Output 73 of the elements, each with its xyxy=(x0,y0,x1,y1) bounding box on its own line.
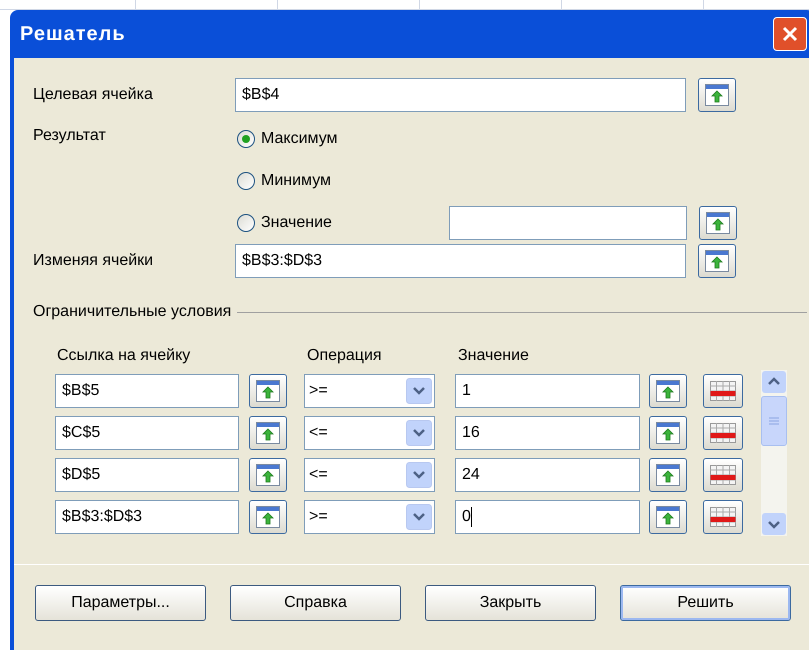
radio-label[interactable]: Минимум xyxy=(261,169,332,193)
collapse-icon xyxy=(256,506,280,528)
collapse-icon xyxy=(256,422,280,444)
shrink-button[interactable] xyxy=(698,78,736,112)
close-button[interactable] xyxy=(773,17,807,51)
constraint-value-field[interactable]: 16 xyxy=(455,416,640,450)
collapse-icon xyxy=(705,84,729,106)
shrink-button[interactable] xyxy=(649,458,687,492)
column-header: Значение xyxy=(458,346,529,366)
operator-dropdown[interactable]: >= xyxy=(304,374,435,408)
radio-label[interactable]: Максимум xyxy=(261,127,338,151)
table-row-icon xyxy=(710,423,736,443)
target-cell-field[interactable]: $B$4 xyxy=(235,78,686,112)
collapse-icon xyxy=(656,506,680,528)
collapse-icon xyxy=(656,380,680,402)
result-label: Результат xyxy=(32,126,107,146)
operator-dropdown[interactable]: >= xyxy=(304,500,435,534)
shrink-button[interactable] xyxy=(249,374,287,408)
operator-dropdown[interactable]: <= xyxy=(304,458,435,492)
changing-cells-field[interactable]: $B$3:$D$3 xyxy=(235,244,686,278)
remove-row-button[interactable] xyxy=(703,500,743,534)
value-field[interactable] xyxy=(449,206,687,240)
column-header: Ссылка на ячейку xyxy=(57,346,192,366)
collapse-icon xyxy=(656,464,680,486)
section-title: Ограничительные условия xyxy=(33,302,232,322)
radio-button[interactable] xyxy=(237,172,255,190)
collapse-icon xyxy=(706,212,730,234)
radio-label[interactable]: Значение xyxy=(261,211,332,235)
scroll-down-icon xyxy=(761,512,787,536)
shrink-button[interactable] xyxy=(698,244,736,278)
constraint-value-field[interactable]: 24 xyxy=(455,458,640,492)
cell-reference-field[interactable]: $B$3:$D$3 xyxy=(55,500,239,534)
chevron-down-icon xyxy=(406,378,432,404)
constraint-value-field[interactable]: 1 xyxy=(455,374,640,408)
shrink-button[interactable] xyxy=(249,458,287,492)
collapse-icon xyxy=(656,422,680,444)
collapse-icon xyxy=(705,250,729,272)
chevron-down-icon xyxy=(406,462,432,488)
dialog-button[interactable]: Справка xyxy=(230,585,401,621)
collapse-icon xyxy=(256,380,280,402)
collapse-icon xyxy=(256,464,280,486)
cell-reference-field[interactable]: $C$5 xyxy=(55,416,239,450)
dialog-button[interactable]: Параметры... xyxy=(35,585,206,621)
table-row-icon xyxy=(710,381,736,401)
shrink-button[interactable] xyxy=(699,206,737,240)
chevron-down-icon xyxy=(406,504,432,530)
remove-row-button[interactable] xyxy=(703,416,743,450)
chevron-down-icon xyxy=(406,420,432,446)
shrink-button[interactable] xyxy=(649,500,687,534)
dialog-button[interactable]: Закрыть xyxy=(425,585,596,621)
radio-button[interactable] xyxy=(237,214,255,232)
remove-row-button[interactable] xyxy=(703,374,743,408)
scroll-up-icon xyxy=(761,370,787,394)
remove-row-button[interactable] xyxy=(703,458,743,492)
changing-cells-label: Изменяя ячейки xyxy=(32,251,154,271)
radio-button[interactable] xyxy=(237,130,255,148)
cell-reference-field[interactable]: $B$5 xyxy=(55,374,239,408)
shrink-button[interactable] xyxy=(649,374,687,408)
close-icon xyxy=(781,25,799,43)
operator-dropdown[interactable]: <= xyxy=(304,416,435,450)
table-row-icon xyxy=(710,465,736,485)
table-row-icon xyxy=(710,507,736,527)
target-cell-label: Целевая ячейка xyxy=(32,85,154,105)
shrink-button[interactable] xyxy=(249,500,287,534)
shrink-button[interactable] xyxy=(649,416,687,450)
shrink-button[interactable] xyxy=(249,416,287,450)
constraint-value-field[interactable]: 0 xyxy=(455,500,640,534)
window-title: Решатель xyxy=(20,22,126,47)
column-header: Операция xyxy=(307,346,383,366)
cell-reference-field[interactable]: $D$5 xyxy=(55,458,239,492)
dialog-button[interactable]: Решить xyxy=(620,585,791,621)
grip-icon xyxy=(769,417,779,425)
scrollbar[interactable] xyxy=(761,370,787,536)
